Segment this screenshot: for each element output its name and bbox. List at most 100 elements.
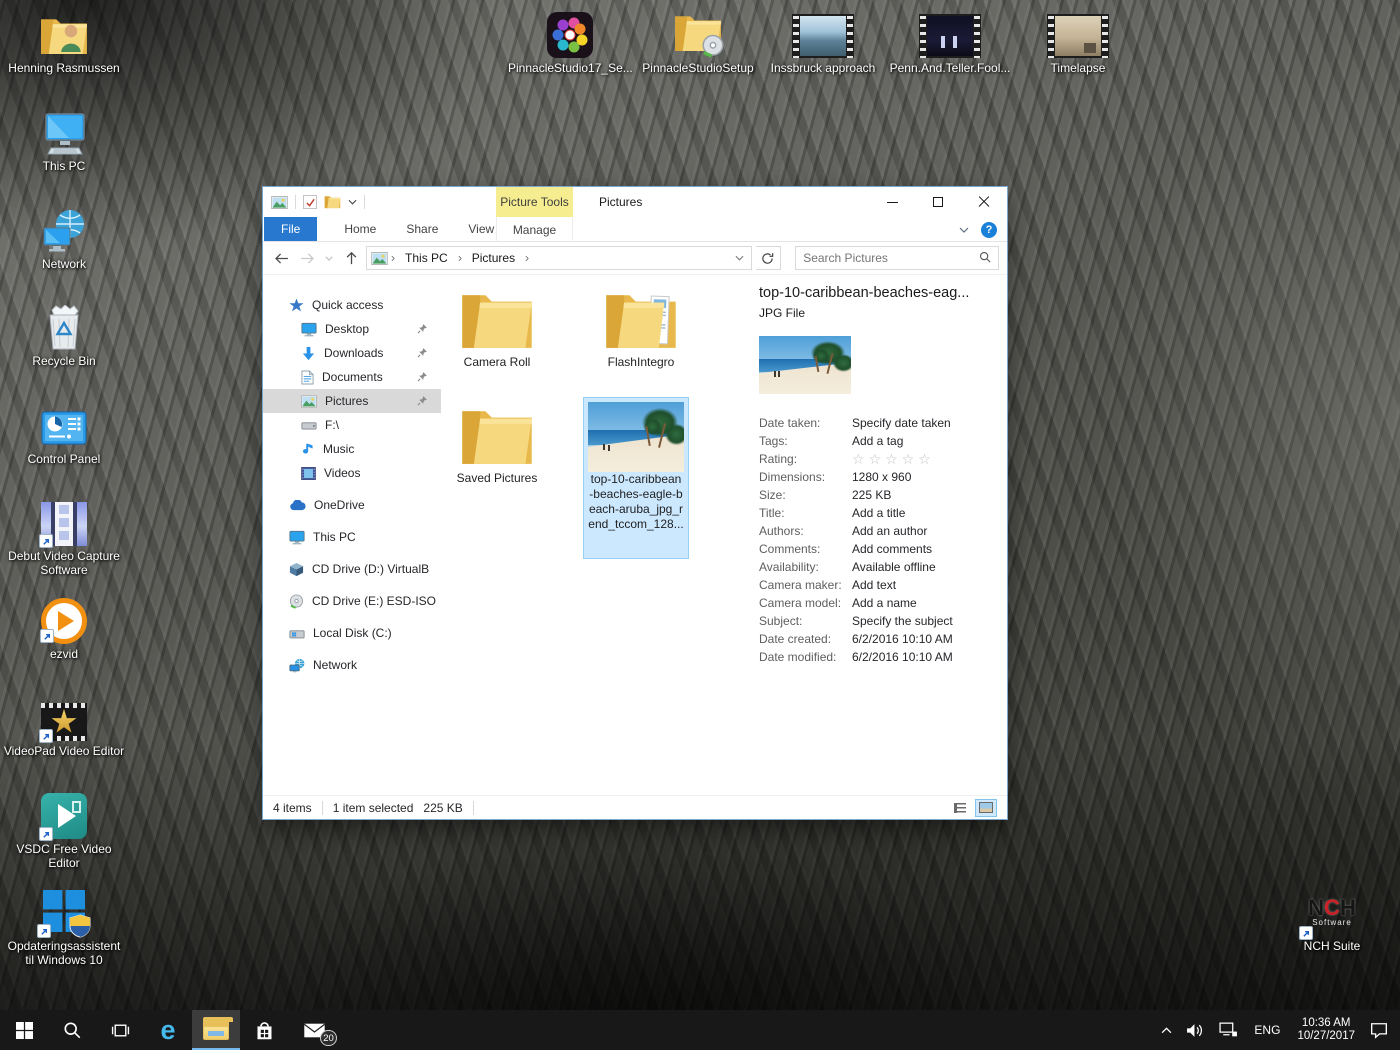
nav-item-network[interactable]: Network xyxy=(263,653,441,677)
volume-button[interactable] xyxy=(1179,1010,1212,1050)
taskbar-file-explorer-button[interactable] xyxy=(192,1010,240,1050)
new-folder-button[interactable] xyxy=(324,195,341,209)
address-field[interactable]: This PC Pictures xyxy=(366,246,751,270)
detail-row-subject: Subject: Specify the subject xyxy=(759,612,1007,630)
folder-tile-camera-roll[interactable]: Camera Roll xyxy=(449,287,545,369)
desktop-icon-debut[interactable]: Debut Video Capture Software xyxy=(2,494,126,577)
tab-manage[interactable]: Manage xyxy=(496,217,573,242)
desktop-icon-this-pc[interactable]: This PC xyxy=(2,104,126,173)
tab-share[interactable]: Share xyxy=(391,217,453,241)
desktop-icon-control-panel[interactable]: Control Panel xyxy=(2,397,126,466)
nav-item-cd-drive-d[interactable]: CD Drive (D:) VirtualB xyxy=(263,557,441,581)
tab-home[interactable]: Home xyxy=(329,217,391,241)
network-tray-button[interactable] xyxy=(1212,1010,1245,1050)
this-pc-icon xyxy=(2,104,126,156)
desktop-icon-videopad[interactable]: VideoPad Video Editor xyxy=(2,689,126,758)
desktop-icon-ezvid[interactable]: ezvid xyxy=(2,592,126,661)
video-thumbnail-icon xyxy=(761,6,885,58)
desktop-icon-pinnacle-setup[interactable]: PinnacleStudioSetup xyxy=(636,6,760,75)
search-box[interactable] xyxy=(795,246,999,270)
nav-item-cd-drive-e[interactable]: CD Drive (E:) ESD-ISO xyxy=(263,589,441,613)
status-selection-size: 225 KB xyxy=(423,801,462,815)
expand-ribbon-button[interactable] xyxy=(959,227,969,233)
folder-icon xyxy=(449,403,545,467)
detail-preview-image xyxy=(759,336,851,394)
action-center-button[interactable] xyxy=(1363,1010,1400,1050)
detail-row-date-modified: Date modified: 6/2/2016 10:10 AM xyxy=(759,648,1007,666)
start-button[interactable] xyxy=(0,1010,48,1050)
back-button[interactable] xyxy=(271,247,293,269)
desktop-icon-vsdc[interactable]: VSDC Free Video Editor xyxy=(2,787,126,870)
clock-time: 10:36 AM xyxy=(1297,1017,1355,1030)
taskbar-search-button[interactable] xyxy=(48,1010,96,1050)
desktop-icon-penn-teller-video[interactable]: Penn.And.Teller.Fool... xyxy=(888,6,1012,75)
forward-button[interactable] xyxy=(297,247,319,269)
downloads-icon xyxy=(301,346,316,361)
properties-button[interactable] xyxy=(303,195,317,209)
disc-icon xyxy=(289,594,304,609)
thumbnail-view-icon xyxy=(979,802,993,813)
file-tile-selected-image[interactable]: top-10-caribbean -beaches-eagle-b each-a… xyxy=(583,397,689,559)
video-thumbnail-icon xyxy=(888,6,1012,58)
taskbar-mail-button[interactable]: 20 xyxy=(288,1010,340,1050)
folder-tile-flashintegro[interactable]: FlashIntegro xyxy=(593,287,689,369)
desktop-icon-user-folder[interactable]: Henning Rasmussen xyxy=(2,6,126,75)
desktop-icon-recycle-bin[interactable]: Recycle Bin xyxy=(2,299,126,368)
close-button[interactable] xyxy=(961,187,1007,217)
nav-item-this-pc[interactable]: This PC xyxy=(263,525,441,549)
pin-icon xyxy=(417,347,428,358)
minimize-button[interactable] xyxy=(869,187,915,217)
desktop-icon xyxy=(301,322,317,337)
nav-item-documents[interactable]: Documents xyxy=(263,365,441,389)
quick-access-star-icon xyxy=(289,298,304,313)
desktop-icon-nch-suite[interactable]: NCH Software NCH Suite xyxy=(1270,884,1394,953)
nav-item-f-drive[interactable]: F:\ xyxy=(263,413,441,437)
details-view-button[interactable] xyxy=(949,799,971,817)
shortcut-arrow-icon xyxy=(1299,926,1313,940)
up-button[interactable] xyxy=(340,247,362,269)
nav-item-music[interactable]: Music xyxy=(263,437,441,461)
detail-row-date-taken: Date taken: Specify date taken xyxy=(759,414,1007,432)
nav-item-videos[interactable]: Videos xyxy=(263,461,441,485)
shortcut-arrow-icon xyxy=(39,729,53,743)
breadcrumb-pictures[interactable]: Pictures xyxy=(465,247,522,269)
search-input[interactable] xyxy=(803,251,979,265)
file-explorer-window: Picture Tools Pictures File Home Share V… xyxy=(262,186,1008,820)
nav-item-pictures[interactable]: Pictures xyxy=(263,389,441,413)
desktop-icon-update-assistant[interactable]: Opdateringsassistent til Windows 10 xyxy=(2,884,126,967)
desktop-icon-network[interactable]: Network xyxy=(2,202,126,271)
refresh-button[interactable] xyxy=(756,246,782,270)
show-hidden-icons-button[interactable] xyxy=(1154,1010,1179,1050)
breadcrumb-chevron-icon xyxy=(455,254,465,263)
taskbar-edge-button[interactable]: e xyxy=(144,1010,192,1050)
user-folder-icon xyxy=(2,6,126,58)
breadcrumb-this-pc[interactable]: This PC xyxy=(398,247,455,269)
desktop-icon-timelapse-video[interactable]: Timelapse xyxy=(1016,6,1140,75)
desktop-icon-inssbruck-video[interactable]: Inssbruck approach xyxy=(761,6,885,75)
help-button[interactable]: ? xyxy=(981,222,997,238)
nav-item-local-disk-c[interactable]: Local Disk (C:) xyxy=(263,621,441,645)
thumbnail-view-button[interactable] xyxy=(975,799,997,817)
pin-icon xyxy=(417,323,428,334)
nav-item-desktop[interactable]: Desktop xyxy=(263,317,441,341)
language-indicator[interactable]: ENG xyxy=(1245,1023,1289,1037)
maximize-button[interactable] xyxy=(915,187,961,217)
task-view-button[interactable] xyxy=(96,1010,144,1050)
nav-item-quick-access[interactable]: Quick access xyxy=(263,293,441,317)
address-dropdown-button[interactable] xyxy=(729,255,751,261)
taskbar-store-button[interactable] xyxy=(240,1010,288,1050)
network-icon xyxy=(2,202,126,254)
recent-locations-button[interactable] xyxy=(322,247,336,269)
shortcut-arrow-icon xyxy=(39,534,53,548)
desktop-icon-pinnacle-studio[interactable]: PinnacleStudio17_Se... xyxy=(508,6,632,75)
folder-tile-saved-pictures[interactable]: Saved Pictures xyxy=(449,403,545,485)
pin-icon xyxy=(417,395,428,406)
customize-qat-button[interactable] xyxy=(348,199,357,205)
virtualbox-cube-icon xyxy=(289,562,304,577)
tab-file[interactable]: File xyxy=(264,217,317,241)
nav-item-onedrive[interactable]: OneDrive xyxy=(263,493,441,517)
clock[interactable]: 10:36 AM 10/27/2017 xyxy=(1289,1017,1363,1043)
rating-stars-icon[interactable]: ☆☆☆☆☆ xyxy=(852,451,935,468)
nav-item-downloads[interactable]: Downloads xyxy=(263,341,441,365)
contextual-tab-picture-tools[interactable]: Picture Tools xyxy=(496,187,573,217)
